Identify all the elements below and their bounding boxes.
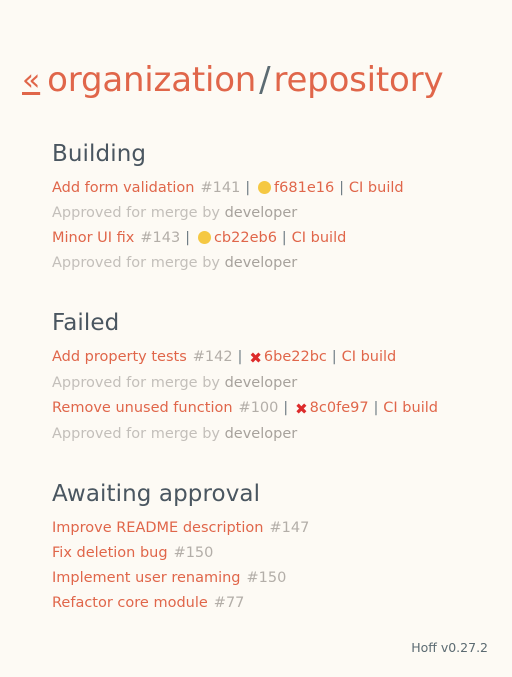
separator: | [245, 179, 251, 196]
site-header: «organization/repository [0, 0, 512, 100]
pull-request-number: #142 [192, 348, 233, 365]
section-title: Awaiting approval [52, 480, 261, 507]
approval-status: Approved for merge by developer [52, 251, 512, 276]
commit-hash-link[interactable]: f681e16 [274, 180, 334, 196]
section-title: Failed [52, 309, 120, 336]
commit-hash-link[interactable]: 6be22bc [264, 349, 327, 365]
commit-hash-link[interactable]: cb22eb6 [214, 230, 277, 246]
approver-name: developer [224, 204, 298, 221]
pull-request-row: Remove unused function #100 | ✖ 8c0fe97 | CI b… [52, 396, 512, 422]
separator: | [373, 399, 379, 416]
list-item: Refactor core module #77 [52, 591, 512, 616]
section-title: Building [52, 140, 147, 167]
list-item: Add property tests #142 | ✖ 6be22bc | CI build… [52, 345, 512, 396]
breadcrumb-repository-link[interactable]: repository [273, 60, 443, 100]
section-awaiting-approval: Awaiting approval Improve README descrip… [52, 481, 512, 616]
pull-request-number: #143 [140, 229, 181, 246]
separator: | [331, 348, 337, 365]
pull-request-number: #77 [213, 594, 245, 611]
approval-status: Approved for merge by developer [52, 422, 512, 447]
ci-build-link[interactable]: CI build [383, 400, 438, 416]
approval-prefix: Approved for merge by [52, 374, 220, 391]
pull-request-list: Improve README description #147 Fix delet… [52, 516, 512, 616]
ci-build-link[interactable]: CI build [349, 180, 404, 196]
yellow-dot-icon [258, 180, 272, 194]
yellow-dot-icon [197, 230, 211, 244]
pull-request-title-link[interactable]: Remove unused function [52, 400, 233, 416]
pull-request-list: Add property tests #142 | ✖ 6be22bc | CI build… [52, 345, 512, 447]
breadcrumb-separator: / [259, 59, 271, 100]
red-cross-icon: ✖ [249, 348, 262, 367]
pull-request-row: Add form validation #141 | f681e16 | CI build [52, 176, 512, 201]
approval-prefix: Approved for merge by [52, 204, 220, 221]
breadcrumb: «organization/repository [22, 59, 512, 100]
section-building: Building Add form validation #141 | f681e16… [52, 141, 512, 276]
pull-request-row: Add property tests #142 | ✖ 6be22bc | CI build [52, 345, 512, 371]
ci-build-link[interactable]: CI build [292, 230, 347, 246]
pull-request-number: #150 [246, 569, 287, 586]
red-cross-icon: ✖ [295, 399, 308, 418]
sections-container: Building Add form validation #141 | f681e16… [0, 123, 512, 616]
pull-request-number: #147 [269, 519, 310, 536]
pull-request-row: Minor UI fix #143 | cb22eb6 | CI build [52, 226, 512, 251]
separator: | [339, 179, 344, 196]
separator: | [185, 229, 190, 246]
separator: | [281, 229, 287, 246]
list-item: Minor UI fix #143 | cb22eb6 | CI build Approv… [52, 226, 512, 276]
pull-request-title-link[interactable]: Add property tests [52, 349, 187, 365]
list-item: Fix deletion bug #150 [52, 541, 512, 566]
approval-prefix: Approved for merge by [52, 425, 220, 442]
list-item: Improve README description #147 [52, 516, 512, 541]
list-item: Add form validation #141 | f681e16 | CI build… [52, 176, 512, 226]
approver-name: developer [224, 374, 298, 391]
pull-request-number: #150 [173, 544, 214, 561]
pull-request-title-link[interactable]: Refactor core module [52, 595, 208, 611]
footer-version: Hoff v0.27.2 [411, 640, 488, 655]
pull-request-list: Add form validation #141 | f681e16 | CI build… [52, 176, 512, 276]
ci-build-link[interactable]: CI build [342, 349, 397, 365]
back-chevron-icon[interactable]: « [22, 63, 40, 98]
pull-request-number: #100 [238, 399, 279, 416]
page-root: «organization/repository Building Add fo… [0, 0, 512, 677]
approval-status: Approved for merge by developer [52, 371, 512, 396]
pull-request-title-link[interactable]: Minor UI fix [52, 230, 134, 246]
list-item: Implement user renaming #150 [52, 566, 512, 591]
pull-request-number: #141 [200, 179, 241, 196]
pull-request-title-link[interactable]: Fix deletion bug [52, 545, 168, 561]
pull-request-title-link[interactable]: Add form validation [52, 180, 195, 196]
approval-status: Approved for merge by developer [52, 201, 512, 226]
pull-request-title-link[interactable]: Implement user renaming [52, 570, 241, 586]
breadcrumb-organization-link[interactable]: organization [47, 60, 256, 100]
approval-prefix: Approved for merge by [52, 254, 220, 271]
pull-request-title-link[interactable]: Improve README description [52, 520, 263, 536]
list-item: Remove unused function #100 | ✖ 8c0fe97 | CI b… [52, 396, 512, 447]
separator: | [237, 348, 243, 365]
separator: | [283, 399, 289, 416]
commit-hash-link[interactable]: 8c0fe97 [310, 400, 369, 416]
approver-name: developer [224, 254, 298, 271]
section-failed: Failed Add property tests #142 | ✖ 6be22bc | C… [52, 310, 512, 447]
approver-name: developer [224, 425, 298, 442]
